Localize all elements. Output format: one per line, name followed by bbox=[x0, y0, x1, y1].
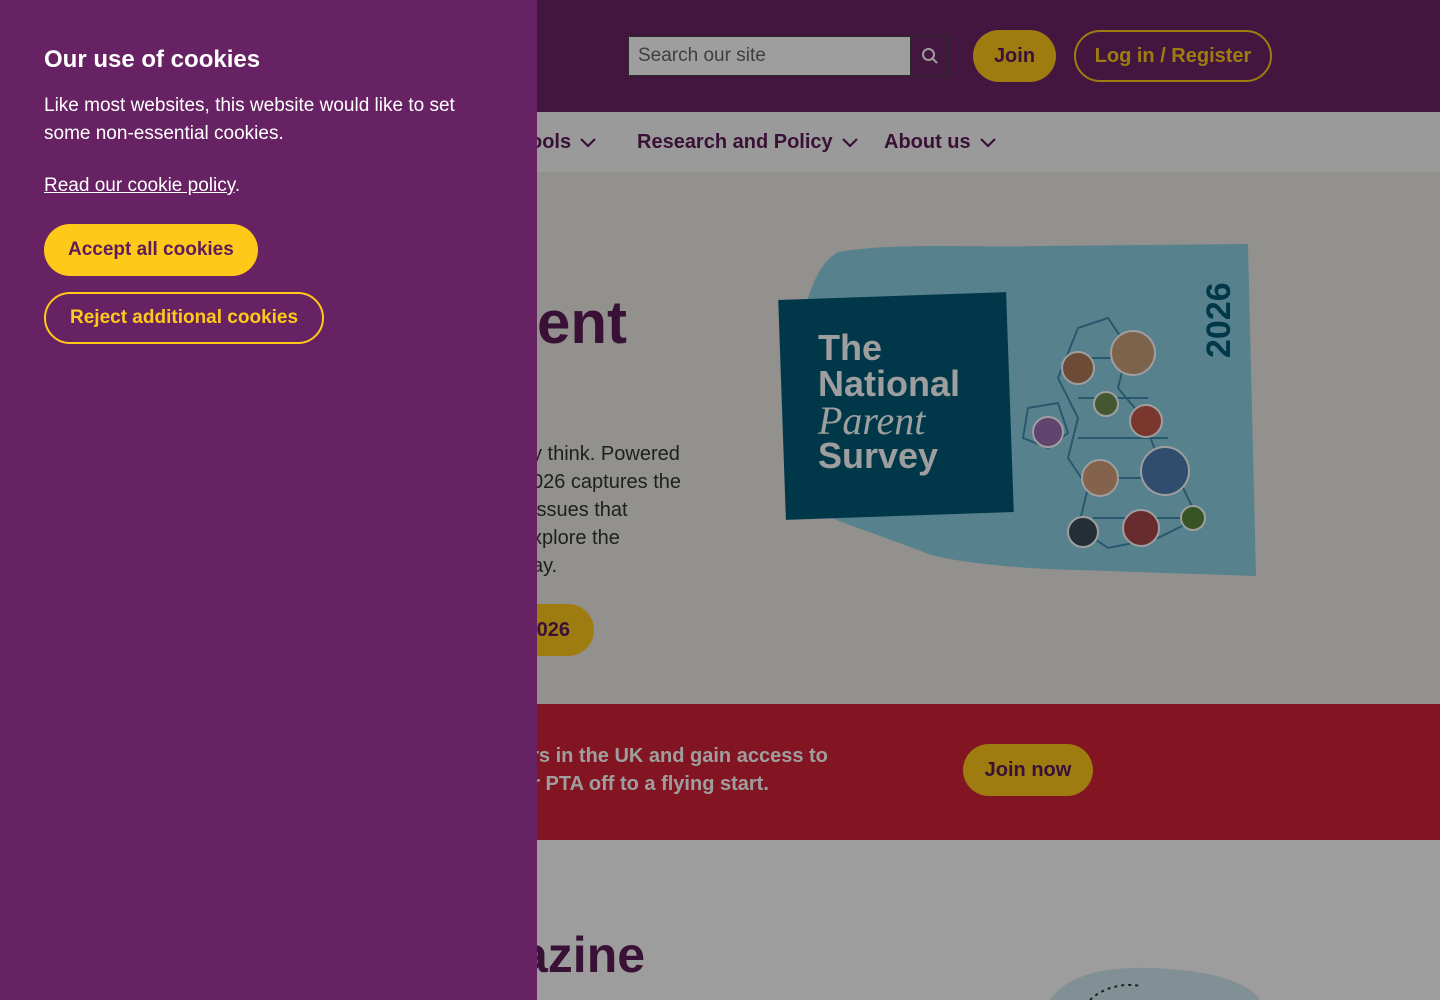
cookie-policy-link[interactable]: Read our cookie policy bbox=[44, 175, 235, 196]
cookie-policy-line: Read our cookie policy. bbox=[44, 172, 493, 200]
reject-additional-cookies-button[interactable]: Reject additional cookies bbox=[44, 292, 325, 344]
cookie-banner-title: Our use of cookies bbox=[44, 46, 261, 73]
accept-row: Accept all cookies bbox=[44, 224, 493, 276]
cookie-policy-suffix: . bbox=[234, 175, 241, 196]
cookie-banner: Our use of cookies Like most websites, t… bbox=[0, 0, 537, 1000]
accept-all-cookies-button[interactable]: Accept all cookies bbox=[44, 224, 258, 276]
cookie-banner-text: Like most websites, this website would l… bbox=[44, 95, 455, 144]
reject-row: Reject additional cookies bbox=[44, 292, 493, 344]
